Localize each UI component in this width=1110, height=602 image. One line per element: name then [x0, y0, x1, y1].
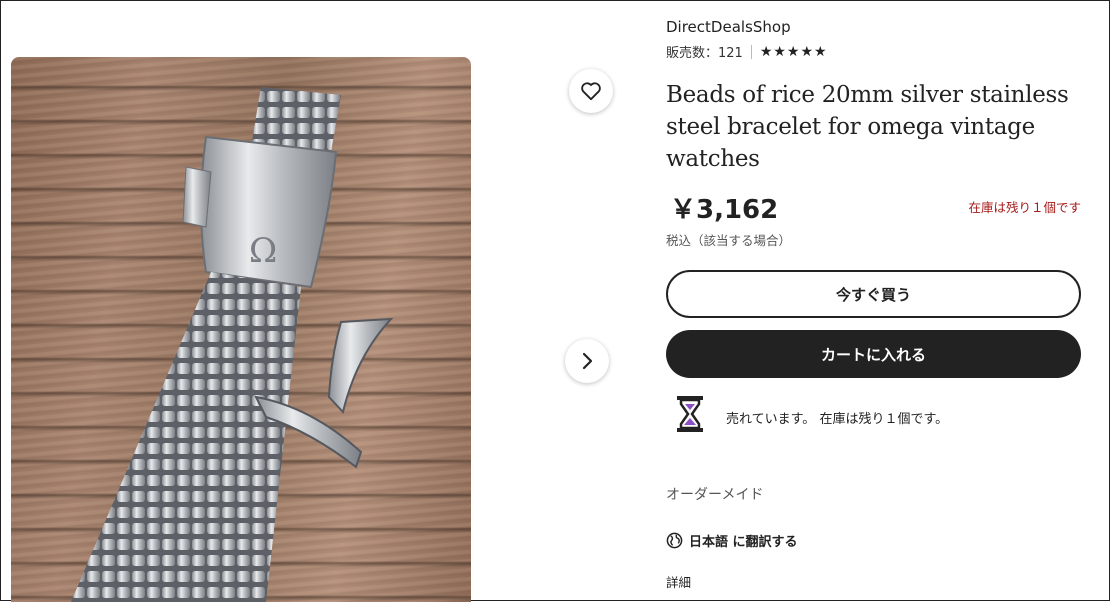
- globe-icon: [666, 532, 683, 549]
- add-to-cart-button[interactable]: カートに入れる: [666, 330, 1081, 378]
- svg-text:Ω: Ω: [249, 231, 277, 271]
- product-image[interactable]: Ω: [11, 57, 471, 602]
- buy-now-button[interactable]: 今すぐ買う: [666, 270, 1081, 318]
- favorite-button[interactable]: [569, 69, 613, 113]
- translate-label[interactable]: 日本語 に翻訳する: [689, 531, 798, 550]
- chevron-right-icon: [582, 352, 593, 370]
- star-rating[interactable]: ★★★★★: [760, 44, 828, 60]
- bracelet-illustration: Ω: [71, 87, 394, 602]
- sales-count: 販売数：121: [666, 46, 743, 61]
- product-price: ￥3,162: [670, 195, 779, 225]
- product-title: Beads of rice 20mm silver stainless stee…: [666, 82, 1069, 172]
- urgency-message: 売れています。 在庫は残り１個です。: [726, 412, 949, 427]
- heart-icon: [581, 82, 601, 101]
- details-heading: 詳細: [666, 575, 692, 590]
- tax-note: 税込（該当する場合）: [666, 233, 792, 248]
- divider: [750, 44, 752, 59]
- next-image-button[interactable]: [565, 339, 609, 383]
- custom-made-label: オーダーメイド: [666, 487, 764, 503]
- hourglass-icon: [677, 396, 703, 432]
- translate-link[interactable]: 日本語 に翻訳する: [666, 531, 798, 550]
- shop-stats: 販売数：121 ★★★★★: [666, 42, 828, 62]
- stock-notice: 在庫は残り１個です: [968, 200, 1081, 215]
- shop-name-link[interactable]: DirectDealsShop: [666, 18, 791, 36]
